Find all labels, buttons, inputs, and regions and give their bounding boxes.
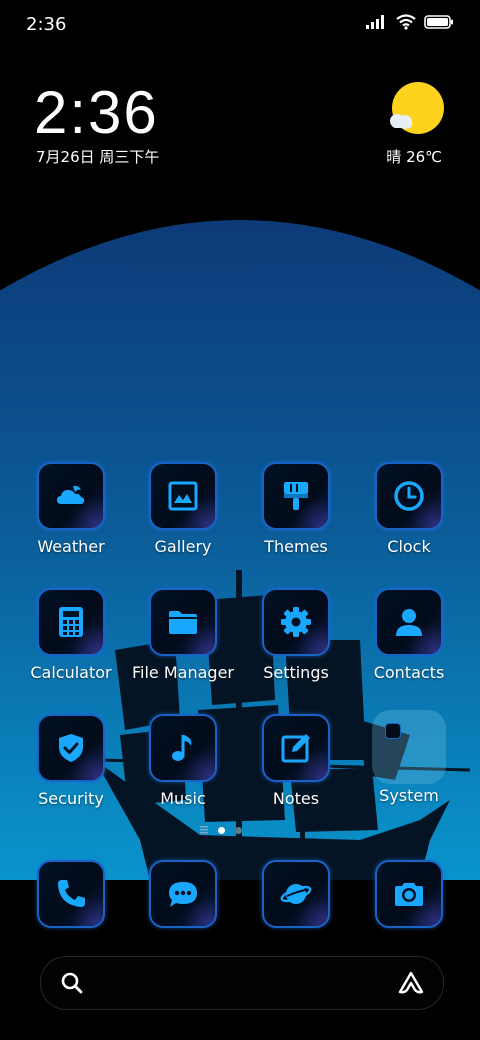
app-security[interactable]: Security bbox=[16, 714, 126, 808]
battery-icon bbox=[424, 15, 453, 29]
app-contacts[interactable]: Contacts bbox=[354, 588, 464, 682]
weather-sun-icon[interactable] bbox=[384, 80, 448, 140]
app-clock[interactable]: Clock bbox=[354, 462, 464, 556]
app-label: Contacts bbox=[373, 663, 445, 682]
gallery-icon bbox=[168, 481, 198, 511]
search-icon[interactable] bbox=[61, 972, 83, 994]
app-tile bbox=[149, 462, 217, 530]
dock-browser[interactable] bbox=[241, 860, 351, 928]
app-tile bbox=[375, 462, 443, 530]
person-icon bbox=[396, 609, 422, 636]
app-tile bbox=[149, 860, 217, 928]
app-tile bbox=[149, 588, 217, 656]
calculator-icon bbox=[59, 607, 83, 637]
page-dot bbox=[235, 826, 242, 834]
page-indicator[interactable] bbox=[200, 826, 242, 834]
app-tile bbox=[262, 588, 330, 656]
app-gallery[interactable]: Gallery bbox=[128, 462, 238, 556]
app-calculator[interactable]: Calculator bbox=[16, 588, 126, 682]
app-label: Settings bbox=[263, 663, 329, 682]
app-label: Gallery bbox=[154, 537, 212, 556]
app-label: File Manager bbox=[132, 663, 234, 682]
app-label: Themes bbox=[264, 537, 328, 556]
notes-pencil-icon bbox=[281, 734, 310, 763]
app-label: Calculator bbox=[30, 663, 112, 682]
app-label: Weather bbox=[37, 537, 105, 556]
assistant-logo-icon[interactable] bbox=[397, 971, 425, 995]
app-system-folder[interactable]: System bbox=[354, 710, 464, 805]
app-tile bbox=[262, 714, 330, 782]
wifi-icon bbox=[396, 14, 416, 30]
gear-icon bbox=[281, 607, 311, 637]
app-tile bbox=[37, 462, 105, 530]
phone-icon bbox=[58, 880, 85, 907]
app-tile bbox=[37, 860, 105, 928]
search-bar[interactable] bbox=[40, 956, 444, 1010]
page-dot-active bbox=[218, 826, 225, 834]
dock-messages[interactable] bbox=[128, 860, 238, 928]
status-bar: 2:36 bbox=[0, 0, 480, 50]
app-label: Clock bbox=[387, 537, 431, 556]
folder-icon bbox=[169, 611, 197, 634]
app-settings[interactable]: Settings bbox=[241, 588, 351, 682]
app-tile bbox=[375, 588, 443, 656]
app-notes[interactable]: Notes bbox=[241, 714, 351, 808]
status-icons bbox=[366, 14, 454, 30]
app-file-manager[interactable]: File Manager bbox=[128, 588, 238, 682]
signal-icon bbox=[366, 15, 384, 29]
status-time: 2:36 bbox=[26, 14, 67, 35]
app-tile bbox=[149, 714, 217, 782]
dock-phone[interactable] bbox=[16, 860, 126, 928]
app-tile bbox=[375, 860, 443, 928]
folder-mini-app-icon bbox=[385, 723, 401, 739]
app-label: Notes bbox=[272, 789, 320, 808]
themes-brush-icon bbox=[284, 482, 308, 510]
app-tile bbox=[37, 588, 105, 656]
browser-planet-icon bbox=[280, 884, 312, 904]
weather-icon bbox=[57, 485, 85, 504]
shield-check-icon bbox=[59, 734, 83, 762]
clock-widget-time[interactable]: 2:36 bbox=[34, 78, 159, 147]
app-tile bbox=[37, 714, 105, 782]
weather-widget-text: 晴 26℃ bbox=[386, 148, 442, 166]
app-label: Security bbox=[38, 789, 104, 808]
clock-widget-date: 7月26日 周三下午 bbox=[36, 148, 160, 166]
app-music[interactable]: Music bbox=[128, 714, 238, 808]
folder-group-icon bbox=[372, 710, 446, 784]
clock-icon bbox=[394, 481, 424, 511]
camera-icon bbox=[395, 883, 423, 906]
music-note-icon bbox=[172, 735, 192, 761]
app-drawer-list-icon bbox=[200, 826, 208, 834]
app-themes[interactable]: Themes bbox=[241, 462, 351, 556]
app-label: System bbox=[379, 786, 439, 805]
app-label: Music bbox=[160, 789, 206, 808]
dock-camera[interactable] bbox=[354, 860, 464, 928]
app-weather[interactable]: Weather bbox=[16, 462, 126, 556]
message-icon bbox=[169, 882, 197, 907]
app-tile bbox=[262, 860, 330, 928]
app-tile bbox=[262, 462, 330, 530]
